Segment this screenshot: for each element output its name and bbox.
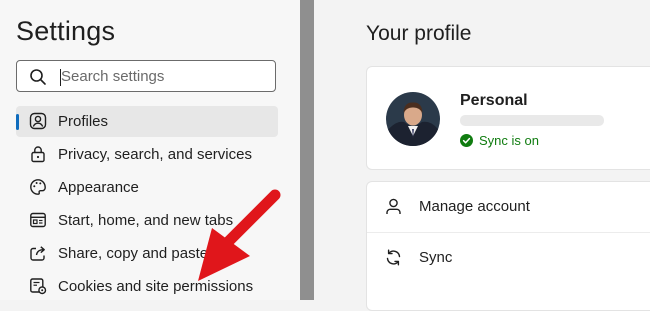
cookies-permissions-icon [30,278,47,295]
search-icon [30,69,46,85]
sync-icon [386,249,401,266]
sidebar-item-label: Appearance [58,179,139,196]
share-icon [30,246,45,261]
sync-status-text: Sync is on [479,133,539,148]
active-indicator [16,114,19,130]
profile-icon [29,112,47,130]
profile-actions-card: Manage account Sync [366,181,650,311]
sidebar-item-privacy[interactable]: Privacy, search, and services [16,139,278,170]
manage-account-label: Manage account [419,198,530,215]
profile-panel: Your profile Personal Sync is on Manage … [314,0,650,311]
sidebar-item-share-copy-paste[interactable]: Share, copy and paste [16,238,278,269]
person-icon [386,198,401,214]
profile-name: Personal [460,92,528,109]
sync-row[interactable]: Sync [367,233,650,283]
search-input[interactable] [61,65,266,87]
sidebar-item-label: Privacy, search, and services [58,146,252,163]
sidebar-item-label: Cookies and site permissions [58,278,254,295]
sidebar-item-label: Share, copy and paste [58,245,209,262]
lock-icon [31,146,45,163]
text-caret [60,69,61,86]
sync-label: Sync [419,249,453,266]
profile-card: Personal Sync is on [366,66,650,170]
redacted-email [460,115,604,126]
check-circle-icon [460,134,473,147]
sidebar-item-cookies-permissions[interactable]: Cookies and site permissions [16,271,278,302]
settings-sidebar: Settings Profiles Privacy, search, and [0,0,300,300]
sidebar-title: Settings [16,16,116,46]
sync-status: Sync is on [460,133,539,148]
home-tabs-icon [30,212,46,228]
avatar[interactable] [386,92,440,146]
sidebar-item-profiles[interactable]: Profiles [16,106,278,137]
sidebar-item-label: Profiles [58,113,109,130]
panel-divider [300,0,314,300]
sidebar-item-appearance[interactable]: Appearance [16,172,278,203]
sidebar-item-start-home[interactable]: Start, home, and new tabs [16,205,278,236]
palette-icon [30,179,46,195]
sidebar-item-label: Start, home, and new tabs [58,212,234,229]
manage-account-row[interactable]: Manage account [367,182,650,233]
search-box[interactable] [16,60,276,92]
page-title: Your profile [366,22,472,45]
